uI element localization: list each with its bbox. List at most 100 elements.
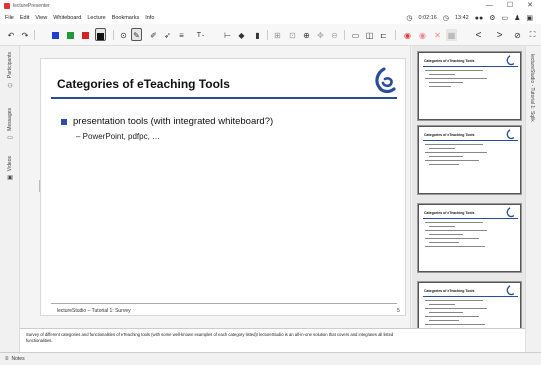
thumbnail-title: Categories of eTeaching Tools (424, 133, 475, 137)
thumbnail-text-line (429, 304, 455, 305)
maximize-button[interactable]: ☐ (507, 2, 513, 10)
grid-icon: ⊞ (274, 30, 281, 40)
slide-view[interactable]: Categories of eTeaching Tools presentati… (40, 58, 406, 316)
clear-tool-button[interactable]: ▮ (252, 29, 263, 41)
layout-button[interactable]: ◫ (364, 29, 375, 41)
pointer-tool-button[interactable]: ⊙ (118, 29, 129, 41)
text-tool-button[interactable]: T ⌄ (194, 29, 208, 41)
extend-button[interactable]: ⊡ (287, 29, 298, 41)
tab-participants[interactable]: ⚇ Participants (4, 52, 16, 88)
color-blue-swatch[interactable] (52, 32, 59, 39)
close-button[interactable]: ✕ (527, 2, 533, 10)
zoom-in-icon: ⊕ (303, 30, 310, 40)
thumbnail-splitter[interactable] (410, 46, 411, 352)
color-black-swatch[interactable] (97, 33, 104, 40)
thumbnail-text-line (425, 70, 483, 71)
thumbnail-text-line (429, 156, 463, 157)
screen-share-icon[interactable]: ▣ (526, 14, 533, 22)
extend-icon: ⊡ (289, 30, 296, 40)
microphone-button[interactable]: ✕ (432, 29, 443, 41)
slide-title: Categories of eTeaching Tools (57, 77, 230, 91)
color-green-swatch[interactable] (67, 32, 74, 39)
zoom-out-button[interactable]: ⊖ (329, 29, 340, 41)
bottom-bar: ≡ Notes (0, 352, 541, 365)
grid-button[interactable]: ⊞ (272, 29, 283, 41)
pen-tool-button[interactable]: ✎ (131, 29, 142, 41)
preview-button[interactable]: ⊘ (512, 29, 523, 41)
menu-bookmarks[interactable]: Bookmarks (112, 15, 140, 21)
thumbnail-text-line (425, 144, 483, 145)
window-title: lecturePresenter (13, 3, 50, 9)
preview-icon: ⊘ (514, 30, 521, 40)
color-red-swatch[interactable] (82, 32, 89, 39)
screen-button[interactable]: ⊏ (378, 29, 389, 41)
tab-participants-label: Participants (7, 52, 13, 79)
whiteboard-button[interactable]: ▭ (350, 29, 361, 41)
messages-icon: ▭ (7, 133, 14, 141)
thumbnail-text-line (425, 300, 483, 301)
record-button[interactable]: ◉ (402, 29, 413, 41)
pen-icon: ✎ (133, 30, 140, 40)
thumbnail-title: Categories of eTeaching Tools (424, 59, 475, 63)
notes-panel[interactable]: Survey of different categories and funct… (20, 328, 525, 352)
notes-text: Survey of different categories and funct… (26, 332, 394, 343)
thumbnail-slide[interactable]: Categories of eTeaching Tools (417, 51, 522, 121)
undo-icon: ↶ (7, 30, 15, 40)
app-window: lecturePresenter — ☐ ✕ File Edit View Wh… (0, 0, 541, 365)
chat-icon[interactable]: ▭ (501, 14, 508, 22)
title-bar: lecturePresenter — ☐ ✕ (0, 0, 541, 12)
menu-info[interactable]: Info (145, 15, 154, 21)
lecturestudio-logo (506, 207, 515, 218)
thumbnail-text-line (429, 242, 459, 243)
timer-value[interactable]: 0:02:16 (418, 15, 436, 21)
thumbnail-text-line (425, 160, 479, 161)
slide-page-number: 5 (397, 308, 400, 314)
menu-file[interactable]: File (5, 15, 14, 21)
pan-button[interactable]: ✥ (315, 29, 326, 41)
settings-icon[interactable]: ⚙ (489, 14, 495, 22)
thumbnail-text-line (425, 246, 485, 247)
menu-view[interactable]: View (35, 15, 47, 21)
stream-button[interactable]: ◉ (417, 29, 428, 41)
next-slide-button[interactable]: > (494, 29, 505, 41)
camera-button[interactable]: ▦ (446, 29, 457, 41)
slide-bullet-text: presentation tools (with integrated whit… (73, 116, 274, 127)
eraser-icon: ◆ (238, 30, 245, 40)
highlighter-icon: ✐ (150, 30, 157, 40)
thumbnail-slide[interactable]: Categories of eTeaching Tools (417, 203, 522, 273)
tab-videos[interactable]: ▣ Videos (4, 156, 16, 181)
trash-icon: ▮ (255, 30, 260, 40)
quiz-icon[interactable]: ♟ (514, 14, 520, 22)
prev-slide-button[interactable]: < (473, 29, 484, 41)
tab-notes[interactable]: Notes (12, 356, 25, 362)
tab-messages[interactable]: ▭ Messages (4, 108, 16, 141)
thumbnail-text-line (429, 226, 455, 227)
minimize-button[interactable]: — (486, 2, 493, 10)
highlighter-tool-button[interactable]: ✐ (148, 29, 159, 41)
zoom-in-button[interactable]: ⊕ (301, 29, 312, 41)
lecturestudio-logo (506, 55, 515, 66)
arrow-icon: ➶ (164, 30, 171, 40)
toolbar-divider (267, 30, 268, 40)
menu-lecture[interactable]: Lecture (87, 15, 105, 21)
thumbnail-text-line (425, 78, 487, 79)
clock-value: 13:42 (454, 15, 469, 21)
connection-icon[interactable]: ●● (475, 15, 483, 22)
line-tool-button[interactable]: ≡ (176, 29, 187, 41)
tab-document-label: lectureStudio - Tutorial 1: Sqlik (529, 54, 535, 122)
fullscreen-button[interactable]: ⛶ (527, 29, 538, 41)
menu-whiteboard[interactable]: Whiteboard (53, 15, 81, 21)
videos-icon: ▣ (7, 174, 14, 182)
layout-icon: ◫ (365, 30, 374, 40)
redo-button[interactable]: ↷ (20, 29, 30, 41)
latex-tool-button[interactable]: ⊢ (222, 29, 233, 41)
eraser-tool-button[interactable]: ◆ (236, 29, 247, 41)
thumbnail-text-line (425, 308, 487, 309)
toolbar-divider (395, 30, 396, 40)
menu-edit[interactable]: Edit (20, 15, 29, 21)
thumbnail-slide[interactable]: Categories of eTeaching Tools (417, 125, 522, 195)
tab-document[interactable]: lectureStudio - Tutorial 1: Sqlik (529, 54, 535, 122)
arrow-tool-button[interactable]: ➶ (162, 29, 173, 41)
undo-button[interactable]: ↶ (6, 29, 16, 41)
pan-icon: ✥ (317, 30, 324, 40)
